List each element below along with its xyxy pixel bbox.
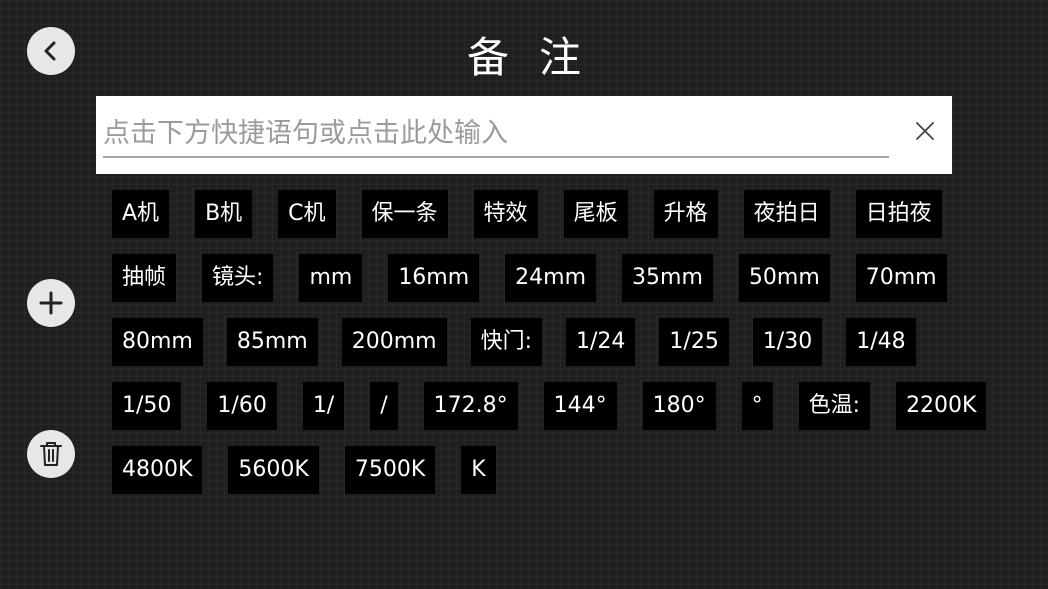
quick-phrase-chip[interactable]: 1/ [302, 382, 345, 430]
quick-phrase-chip[interactable]: 1/48 [846, 318, 916, 366]
back-button[interactable] [27, 27, 75, 75]
quick-phrase-chip[interactable]: 70mm [855, 254, 947, 302]
quick-phrase-chip[interactable]: 1/24 [566, 318, 636, 366]
quick-phrase-chip[interactable]: 夜拍日 [743, 190, 830, 238]
quick-phrase-chip[interactable]: 特效 [473, 190, 538, 238]
quick-phrase-row: A机 B机 C机 保一条 特效 尾板 升格 夜拍日 日拍夜 [112, 190, 942, 238]
quick-phrase-chip[interactable]: 抽帧 [112, 254, 177, 302]
quick-phrase-chip[interactable]: 尾板 [563, 190, 628, 238]
quick-phrase-chip[interactable]: 24mm [505, 254, 597, 302]
clear-input-button[interactable] [914, 120, 936, 142]
quick-phrase-chip[interactable]: 180° [642, 382, 716, 430]
quick-phrase-chip[interactable]: 80mm [112, 318, 203, 366]
quick-phrase-chip[interactable]: 镜头: [202, 254, 274, 302]
quick-phrase-chip[interactable]: 172.8° [423, 382, 518, 430]
quick-phrase-chip[interactable]: C机 [278, 190, 336, 238]
quick-phrase-chip[interactable]: mm [299, 254, 363, 302]
add-phrase-button[interactable] [27, 279, 75, 327]
quick-phrase-chip[interactable]: 1/30 [752, 318, 823, 366]
quick-phrase-chip[interactable]: K [461, 446, 496, 494]
quick-phrase-chip[interactable]: 快门: [470, 318, 542, 366]
quick-phrase-chip[interactable]: 1/60 [207, 382, 277, 430]
quick-phrase-chip[interactable]: 85mm [226, 318, 318, 366]
note-input-panel [96, 96, 952, 174]
quick-phrase-chip[interactable]: 200mm [341, 318, 447, 366]
quick-phrase-chip[interactable]: B机 [195, 190, 253, 238]
plus-icon [39, 291, 63, 315]
quick-phrase-chip[interactable]: 35mm [622, 254, 713, 302]
quick-phrase-row: 80mm 85mm 200mm 快门: 1/24 1/25 1/30 1/48 [112, 318, 942, 366]
delete-button[interactable] [27, 430, 75, 478]
quick-phrase-chip[interactable]: 5600K [228, 446, 319, 494]
quick-phrase-chip[interactable]: 144° [543, 382, 617, 430]
quick-phrase-chip[interactable]: 4800K [112, 446, 203, 494]
quick-phrase-row: 抽帧 镜头: mm 16mm 24mm 35mm 50mm 70mm [112, 254, 947, 302]
close-icon [916, 122, 934, 140]
quick-phrase-chip[interactable]: 2200K [896, 382, 987, 430]
quick-phrase-row: 4800K 5600K 7500K K [112, 446, 942, 494]
chevron-left-icon [44, 41, 56, 61]
quick-phrase-chip[interactable]: 保一条 [361, 190, 448, 238]
quick-phrase-chip[interactable]: 1/50 [112, 382, 182, 430]
quick-phrase-chip[interactable]: 7500K [344, 446, 436, 494]
quick-phrase-chip[interactable]: ° [741, 382, 773, 430]
quick-phrase-chip[interactable]: A机 [112, 190, 170, 238]
quick-phrase-chip[interactable]: 色温: [798, 382, 871, 430]
quick-phrase-chip[interactable]: 日拍夜 [855, 190, 942, 238]
quick-phrase-chip[interactable]: 50mm [738, 254, 830, 302]
page-title: 备注 [466, 33, 611, 82]
note-input[interactable] [103, 110, 889, 158]
quick-phrase-chip[interactable]: 1/25 [659, 318, 729, 366]
quick-phrase-list: A机 B机 C机 保一条 特效 尾板 升格 夜拍日 日拍夜 抽帧 镜头: mm … [112, 190, 987, 510]
quick-phrase-chip[interactable]: 16mm [388, 254, 480, 302]
trash-icon [40, 442, 62, 466]
quick-phrase-row: 1/50 1/60 1/ / 172.8° 144° 180° ° 色温: 22… [112, 382, 987, 430]
quick-phrase-chip[interactable]: / [370, 382, 398, 430]
quick-phrase-chip[interactable]: 升格 [653, 190, 718, 238]
